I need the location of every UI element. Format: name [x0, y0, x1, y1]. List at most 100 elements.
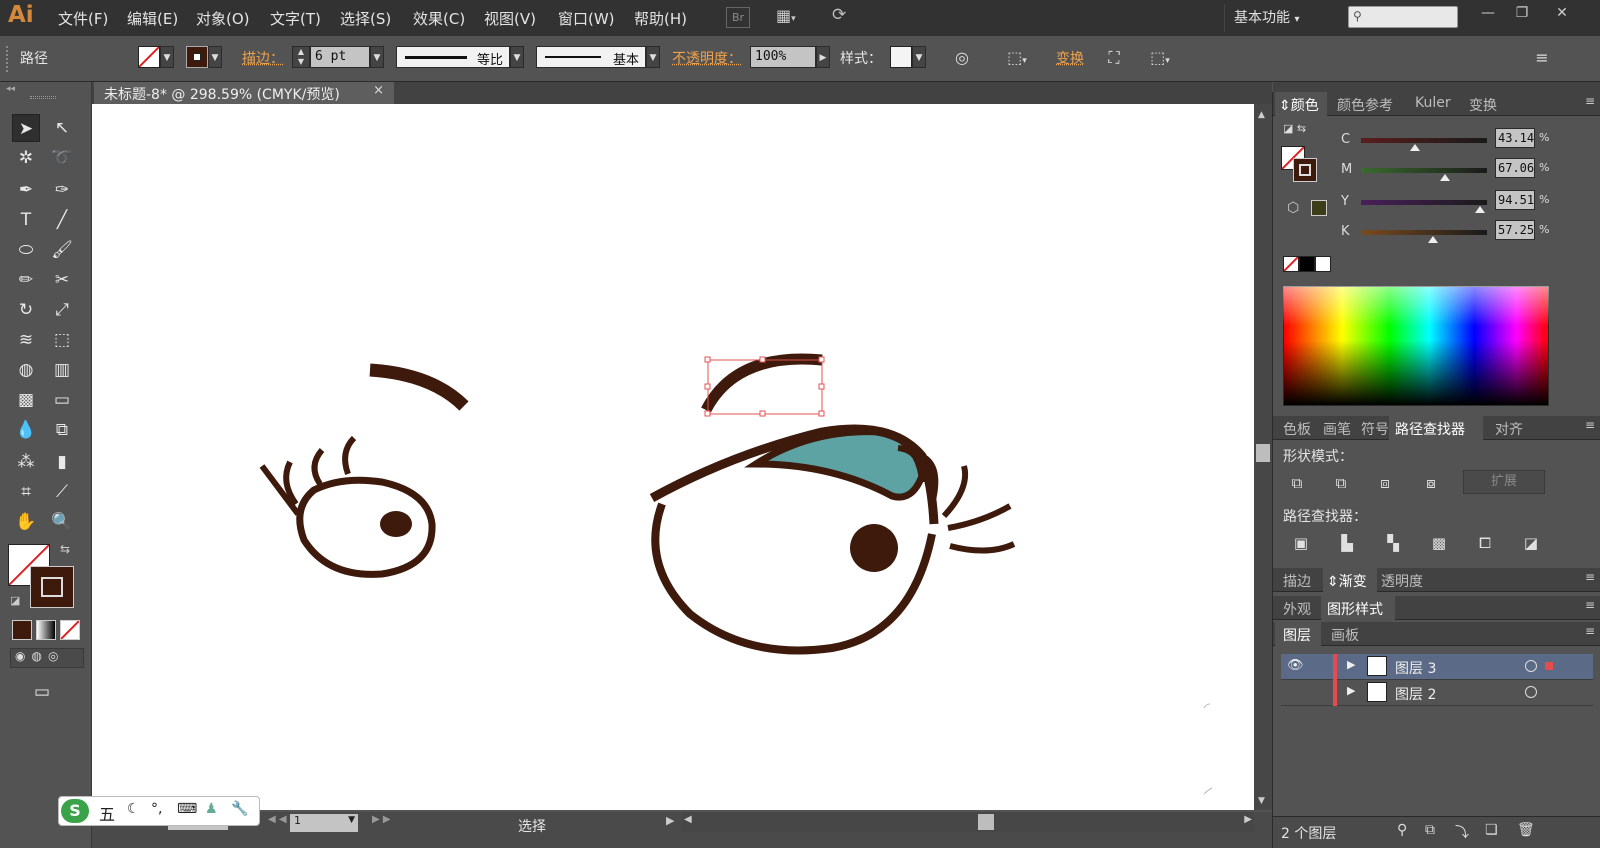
minus-front-icon[interactable]: ⧉ [1329, 472, 1353, 494]
panel-menu-icon[interactable]: ≡ [1585, 624, 1595, 638]
style-dropdown[interactable]: ▼ [912, 46, 926, 68]
keyboard-icon[interactable]: ⌨ [177, 801, 197, 817]
panel-menu-icon[interactable]: ≡ [1530, 46, 1554, 70]
stroke-weight-dropdown[interactable]: ▼ [370, 46, 384, 68]
stroke-dropdown[interactable]: ▼ [208, 46, 222, 68]
profile-dropdown[interactable]: ▼ [510, 46, 524, 68]
graphic-style-swatch[interactable] [890, 46, 912, 68]
transform-panel-link[interactable]: 变换 [1056, 48, 1084, 68]
fill-swatch[interactable] [138, 46, 160, 68]
tab-transparency[interactable]: 透明度 [1381, 571, 1423, 591]
black-swatch[interactable] [1299, 256, 1315, 272]
panel-menu-icon[interactable]: ≡ [1585, 94, 1595, 108]
new-sublayer-icon[interactable]: ⤵ [1455, 822, 1469, 842]
unite-icon[interactable]: ⧉ [1285, 472, 1309, 494]
expand-button[interactable]: 扩展 [1463, 470, 1545, 494]
direct-selection-tool-icon[interactable]: ↖ [48, 114, 76, 142]
pen-tool-icon[interactable]: ✒ [12, 176, 40, 204]
mesh-tool-icon[interactable]: ▩ [12, 386, 40, 414]
tab-color-guide[interactable]: 颜色参考 [1337, 95, 1393, 115]
slice-tool-icon[interactable]: ⟋ [48, 478, 76, 506]
artboard-tool-icon[interactable]: ⌗ [12, 478, 40, 506]
stroke-panel-link[interactable]: 描边： [242, 48, 284, 68]
divide-icon[interactable]: ▣ [1289, 532, 1313, 554]
stroke-weight-stepper[interactable]: ▲ ▼ [292, 46, 310, 68]
tab-color[interactable]: ⇕颜色 [1279, 95, 1319, 115]
trash-icon[interactable]: 🗑 [1517, 822, 1535, 838]
menu-edit[interactable]: 编辑(E) [127, 8, 178, 29]
yellow-track[interactable] [1361, 200, 1487, 205]
clipping-mask-icon[interactable]: ⧉ [1425, 822, 1435, 838]
yellow-value[interactable]: 94.51 [1495, 190, 1535, 210]
merge-icon[interactable]: ▚ [1381, 532, 1405, 554]
opacity-arrow[interactable]: ▶ [816, 46, 830, 68]
arrange-icon[interactable]: ⬚▾ [1140, 46, 1180, 70]
black-value[interactable]: 57.25 [1495, 220, 1535, 240]
outline-icon[interactable]: ⧠ [1473, 532, 1497, 554]
menu-file[interactable]: 文件(F) [58, 8, 108, 29]
expand-layer-icon[interactable]: ▶ [1347, 684, 1355, 697]
warp-tool-icon[interactable]: ≋ [12, 326, 40, 354]
tab-graphic-styles[interactable]: 图形样式 [1327, 599, 1383, 619]
sync-settings-icon[interactable]: ⟳ [832, 5, 860, 29]
panel-menu-icon[interactable]: ≡ [1585, 418, 1595, 432]
none-mode-button[interactable] [60, 620, 80, 640]
exclude-icon[interactable]: ⧇ [1419, 472, 1443, 494]
cyan-value[interactable]: 43.14 [1495, 128, 1535, 148]
slider-yellow[interactable]: Y 94.51 % [1273, 190, 1600, 216]
workspace-switcher[interactable]: 基本功能 ▾ [1234, 7, 1299, 27]
menu-select[interactable]: 选择(S) [340, 8, 391, 29]
align-selection-icon[interactable]: ⬚▾ [1000, 46, 1034, 70]
tab-align[interactable]: 对齐 [1495, 419, 1523, 439]
none-swatch[interactable] [1283, 256, 1299, 272]
gradient-mode-button[interactable] [36, 620, 56, 640]
artboard-canvas[interactable] [92, 104, 1254, 810]
tab-swatches[interactable]: 色板 [1283, 419, 1311, 439]
magenta-value[interactable]: 67.06 [1495, 158, 1535, 178]
minimize-button[interactable]: — [1472, 2, 1504, 24]
white-swatch[interactable] [1315, 256, 1331, 272]
free-transform-tool-icon[interactable]: ⬚ [48, 326, 76, 354]
ime-toolbar[interactable]: S 五 ☾ °, ⌨ ♟ 🔧 [58, 796, 260, 826]
stroke-swatch[interactable] [186, 46, 208, 68]
default-colors-icon[interactable]: ◪ [10, 594, 20, 607]
magenta-track[interactable] [1361, 168, 1487, 173]
artboard-number-field[interactable]: 1 ▼ [290, 814, 358, 832]
isolate-group-icon[interactable]: ⛶ [1102, 46, 1126, 70]
layer-row[interactable]: ▶ 图层 2 [1281, 680, 1593, 706]
selection-tool-icon[interactable]: ➤ [12, 114, 40, 142]
selected-art-indicator[interactable] [1545, 662, 1553, 670]
fill-dropdown[interactable]: ▼ [160, 46, 174, 68]
menu-help[interactable]: 帮助(H) [634, 8, 687, 29]
column-graph-tool-icon[interactable]: ▮ [48, 448, 76, 476]
panel-menu-icon[interactable]: ≡ [1585, 570, 1595, 584]
target-icon[interactable] [1525, 660, 1537, 672]
eyedropper-tool-icon[interactable]: 💧 [12, 416, 40, 444]
new-layer-icon[interactable]: ❏ [1485, 822, 1498, 838]
horizontal-scrollbar[interactable]: ◀ ▶ [682, 812, 1254, 832]
brush-dropdown[interactable]: ▼ [646, 46, 660, 68]
vertical-scrollbar[interactable]: ▲ ▼ [1254, 104, 1272, 810]
wrench-icon[interactable]: 🔧 [231, 801, 248, 817]
tab-layers[interactable]: 图层 [1283, 625, 1311, 645]
slider-black[interactable]: K 57.25 % [1273, 220, 1600, 246]
opacity-panel-link[interactable]: 不透明度： [672, 48, 742, 68]
brush-definition[interactable]: 基本 [536, 46, 646, 68]
slider-cyan[interactable]: C 43.14 % [1273, 128, 1600, 154]
close-window-button[interactable]: ✕ [1546, 2, 1578, 24]
close-icon[interactable]: × [373, 83, 384, 98]
scissors-tool-icon[interactable]: ✂ [48, 266, 76, 294]
blend-tool-icon[interactable]: ⧉ [48, 416, 76, 444]
scroll-thumb[interactable] [1256, 444, 1270, 462]
minus-back-icon[interactable]: ◪ [1519, 532, 1543, 554]
type-tool-icon[interactable]: T [12, 206, 40, 234]
yellow-thumb[interactable] [1475, 206, 1486, 213]
layer-row[interactable]: 👁 ▶ 图层 3 [1281, 654, 1593, 680]
pencil-tool-icon[interactable]: ✏ [12, 266, 40, 294]
tab-artboards[interactable]: 画板 [1331, 625, 1359, 645]
ellipse-tool-icon[interactable]: ⬭ [12, 236, 40, 264]
stroke-proxy[interactable] [30, 566, 74, 608]
lasso-tool-icon[interactable]: ➰ [48, 144, 76, 172]
moon-icon[interactable]: ☾ [127, 801, 140, 817]
screen-mode-icon[interactable]: ▭ [28, 678, 56, 706]
